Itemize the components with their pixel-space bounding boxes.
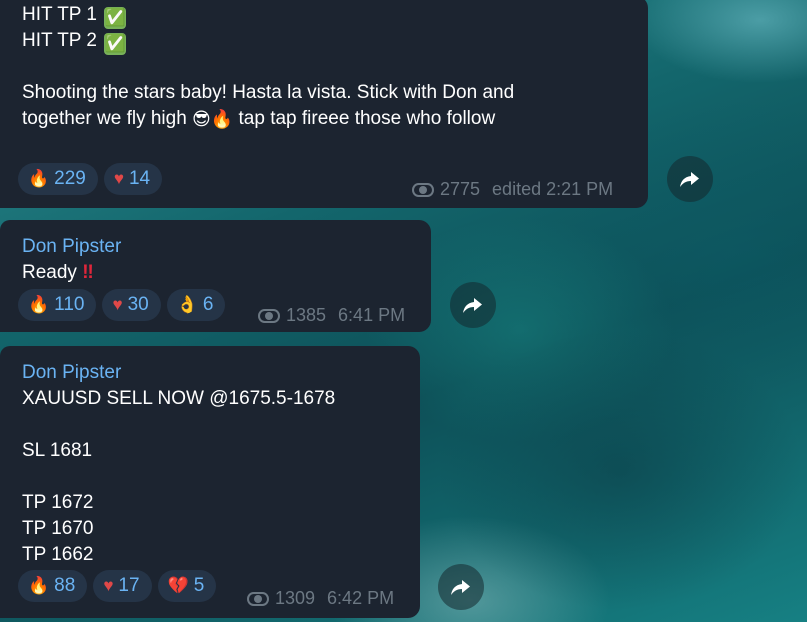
fire-icon: 🔥: [28, 576, 50, 595]
reactions-row: 🔥 88 ♥ 17 💔 5: [18, 570, 217, 602]
message-line: HIT TP 2 ✅: [22, 28, 632, 55]
forward-button[interactable]: [450, 282, 496, 328]
share-arrow-icon: [680, 172, 699, 187]
message-meta: 1309 6:42 PM: [247, 588, 394, 609]
message-text: TP 1670: [22, 518, 94, 539]
sender-name[interactable]: Don Pipster: [22, 234, 415, 260]
ok-hand-icon: 👌: [176, 295, 198, 314]
reaction-ok-hand[interactable]: 👌 6: [166, 289, 226, 321]
message-line: HIT TP 1 ✅: [22, 2, 632, 29]
message-text: HIT TP 1: [22, 4, 97, 25]
double-exclamation-icon: ‼: [82, 262, 94, 283]
reaction-count: 88: [54, 575, 76, 596]
message-text: TP 1662: [22, 544, 94, 565]
message-text: TP 1672: [22, 492, 94, 513]
eye-icon: [258, 308, 280, 323]
message-text: together we fly high: [22, 108, 187, 130]
reaction-count: 6: [202, 294, 214, 315]
reaction-heart[interactable]: ♥ 14: [103, 163, 163, 195]
share-arrow-icon: [451, 580, 470, 595]
reactions-row: 🔥 229 ♥ 14: [18, 163, 163, 195]
reaction-heart[interactable]: ♥ 30: [102, 289, 161, 321]
eye-icon: [247, 591, 269, 606]
sender-name[interactable]: Don Pipster: [22, 360, 404, 386]
message-meta: 1385 6:41 PM: [258, 305, 405, 326]
forward-button[interactable]: [438, 564, 484, 610]
message-text: Ready: [22, 262, 77, 283]
message-line: Ready ‼: [22, 260, 415, 286]
reaction-heart[interactable]: ♥ 17: [93, 570, 152, 602]
message-text: SL 1681: [22, 440, 93, 461]
reaction-count: 5: [193, 575, 205, 596]
reaction-fire[interactable]: 🔥 110: [18, 289, 97, 321]
message-time: edited 2:21 PM: [492, 179, 614, 199]
message-time: 6:41 PM: [338, 305, 406, 325]
heart-icon: ♥: [112, 295, 123, 314]
reaction-broken-heart[interactable]: 💔 5: [157, 570, 217, 602]
check-mark-icon: ✅: [104, 7, 127, 29]
message-text: tap tap fireee those who follow: [238, 108, 496, 130]
reaction-count: 110: [54, 294, 85, 315]
fire-icon: 🔥: [28, 295, 50, 314]
heart-icon: ♥: [113, 169, 124, 188]
forward-button[interactable]: [667, 156, 713, 202]
sunglasses-fire-emoji-icon: 😎🔥: [192, 109, 234, 129]
reaction-count: 229: [54, 168, 86, 189]
reaction-count: 17: [118, 575, 140, 596]
view-count: 1385: [286, 305, 327, 325]
reaction-fire[interactable]: 🔥 88: [18, 570, 88, 602]
reaction-count: 30: [127, 294, 149, 315]
share-arrow-icon: [463, 298, 482, 313]
check-mark-icon: ✅: [104, 33, 127, 55]
eye-icon: [412, 182, 434, 197]
reaction-fire[interactable]: 🔥 229: [18, 163, 98, 195]
message-text: Shooting the stars baby! Hasta la vista.…: [22, 82, 515, 103]
message-line: together we fly high 😎🔥 tap tap fireee t…: [22, 106, 632, 132]
message-time: 6:42 PM: [327, 588, 395, 608]
message-text: XAUUSD SELL NOW @1675.5-1678: [22, 388, 336, 409]
reactions-row: 🔥 110 ♥ 30 👌 6: [18, 289, 226, 321]
reaction-count: 14: [128, 168, 151, 189]
heart-icon: ♥: [103, 576, 114, 595]
message-meta: 2775 edited 2:21 PM: [412, 179, 613, 200]
view-count: 2775: [440, 179, 481, 199]
view-count: 1309: [275, 588, 316, 608]
fire-icon: 🔥: [28, 169, 50, 188]
message-text: HIT TP 2: [22, 30, 97, 51]
broken-heart-icon: 💔: [167, 576, 189, 595]
